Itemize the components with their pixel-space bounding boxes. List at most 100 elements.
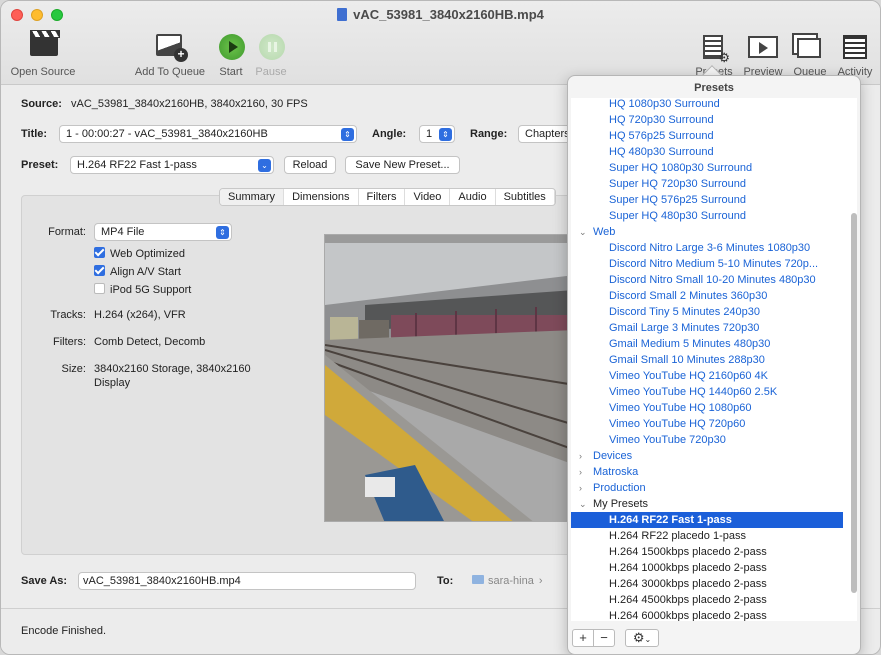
preset-item[interactable]: Discord Tiny 5 Minutes 240p30 bbox=[571, 304, 843, 320]
tab-audio[interactable]: Audio bbox=[450, 189, 496, 205]
align-av-checkbox[interactable]: Align A/V Start bbox=[94, 265, 181, 278]
preset-item[interactable]: Super HQ 576p25 Surround bbox=[571, 192, 843, 208]
disclosure-closed-icon[interactable]: › bbox=[579, 448, 582, 464]
preset-item[interactable]: HQ 1080p30 Surround bbox=[571, 98, 843, 112]
add-photo-icon bbox=[156, 34, 188, 62]
presets-footer: + − ⚙⌄ bbox=[568, 624, 860, 654]
tab-filters[interactable]: Filters bbox=[359, 189, 406, 205]
chevron-updown-icon: ⇕ bbox=[341, 128, 354, 141]
preset-select[interactable]: H.264 RF22 Fast 1-pass ⌄ bbox=[70, 156, 274, 174]
preset-item[interactable]: Discord Nitro Small 10-20 Minutes 480p30 bbox=[571, 272, 843, 288]
preset-item[interactable]: Vimeo YouTube HQ 720p60 bbox=[571, 416, 843, 432]
disclosure-closed-icon[interactable]: › bbox=[579, 464, 582, 480]
preset-label: My Presets bbox=[593, 498, 649, 510]
preset-item[interactable]: Super HQ 480p30 Surround bbox=[571, 208, 843, 224]
preset-label: Discord Tiny 5 Minutes 240p30 bbox=[609, 306, 761, 318]
format-select[interactable]: MP4 File ⇕ bbox=[94, 223, 232, 241]
app-window: vAC_53981_3840x2160HB.mp4 Open Source Ad… bbox=[0, 0, 881, 655]
preset-item[interactable]: Super HQ 1080p30 Surround bbox=[571, 160, 843, 176]
disclosure-open-icon[interactable]: ⌄ bbox=[579, 496, 587, 512]
start-button[interactable]: Start bbox=[213, 32, 249, 78]
preset-item[interactable]: Discord Nitro Large 3-6 Minutes 1080p30 bbox=[571, 240, 843, 256]
preset-label: H.264 RF22 placedo 1-pass bbox=[609, 530, 746, 542]
tab-video[interactable]: Video bbox=[405, 189, 451, 205]
preset-label: Matroska bbox=[593, 466, 639, 478]
preset-label: HQ 720p30 Surround bbox=[609, 114, 714, 126]
preset-item[interactable]: Gmail Medium 5 Minutes 480p30 bbox=[571, 336, 843, 352]
my-preset-item[interactable]: H.264 1500kbps placedo 2-pass bbox=[571, 544, 843, 560]
presets-popover-title: Presets bbox=[694, 82, 734, 94]
save-as-field[interactable]: vAC_53981_3840x2160HB.mp4 bbox=[78, 572, 416, 590]
disclosure-closed-icon[interactable]: › bbox=[579, 480, 582, 496]
my-preset-item[interactable]: H.264 3000kbps placedo 2-pass bbox=[571, 576, 843, 592]
tab-dimensions[interactable]: Dimensions bbox=[284, 189, 359, 205]
preset-category[interactable]: › Devices bbox=[571, 448, 843, 464]
add-preset-button[interactable]: + bbox=[572, 629, 594, 647]
tracks-value: H.264 (x264), VFR bbox=[94, 309, 186, 321]
source-label: Source: bbox=[21, 98, 62, 110]
preset-label: H.264 RF22 Fast 1-pass bbox=[609, 514, 732, 526]
path-separator-icon: › bbox=[538, 575, 543, 587]
preset-item[interactable]: Gmail Large 3 Minutes 720p30 bbox=[571, 320, 843, 336]
preset-item[interactable]: Vimeo YouTube HQ 1440p60 2.5K bbox=[571, 384, 843, 400]
preset-item[interactable]: HQ 576p25 Surround bbox=[571, 128, 843, 144]
preset-category[interactable]: ⌄ My Presets bbox=[571, 496, 843, 512]
presets-list[interactable]: HQ 1080p30 Surround HQ 720p30 Surround HQ … bbox=[571, 98, 857, 621]
preset-item[interactable]: Discord Nitro Medium 5-10 Minutes 720p..… bbox=[571, 256, 843, 272]
preset-label: H.264 1500kbps placedo 2-pass bbox=[609, 546, 767, 558]
preset-label: Devices bbox=[593, 450, 633, 462]
my-preset-item[interactable]: H.264 RF22 placedo 1-pass bbox=[571, 528, 843, 544]
presets-scrollbar[interactable] bbox=[851, 213, 857, 593]
queue-button[interactable]: Queue bbox=[791, 32, 829, 78]
tracks-label: Tracks: bbox=[50, 309, 86, 321]
my-preset-item[interactable]: H.264 1000kbps placedo 2-pass bbox=[571, 560, 843, 576]
preset-label: Vimeo YouTube HQ 1440p60 2.5K bbox=[609, 386, 778, 398]
open-source-button[interactable]: Open Source bbox=[9, 30, 77, 78]
preset-item[interactable]: Gmail Small 10 Minutes 288p30 bbox=[571, 352, 843, 368]
play-icon bbox=[219, 34, 245, 60]
title-select[interactable]: 1 - 00:00:27 - vAC_53981_3840x2160HB ⇕ bbox=[59, 125, 357, 143]
preset-label: Super HQ 1080p30 Surround bbox=[609, 162, 753, 174]
preset-category[interactable]: › Production bbox=[571, 480, 843, 496]
pause-button[interactable]: Pause bbox=[253, 32, 289, 78]
preset-item[interactable]: HQ 720p30 Surround bbox=[571, 112, 843, 128]
preset-item[interactable]: Discord Small 2 Minutes 360p30 bbox=[571, 288, 843, 304]
open-source-label: Open Source bbox=[10, 66, 76, 78]
settings-tabs: Summary Dimensions Filters Video Audio S… bbox=[219, 188, 556, 206]
preset-item[interactable]: Vimeo YouTube HQ 1080p60 bbox=[571, 400, 843, 416]
preset-label: Discord Small 2 Minutes 360p30 bbox=[609, 290, 768, 302]
selected-preset-item[interactable]: H.264 RF22 Fast 1-pass bbox=[571, 512, 843, 528]
remove-preset-button[interactable]: − bbox=[593, 629, 615, 647]
angle-select[interactable]: 1 ⇕ bbox=[419, 125, 455, 143]
tab-summary[interactable]: Summary bbox=[220, 189, 285, 205]
reload-button[interactable]: Reload bbox=[284, 156, 336, 174]
activity-button[interactable]: Activity bbox=[833, 32, 877, 78]
preset-label: Super HQ 480p30 Surround bbox=[609, 210, 746, 222]
preset-actions-button[interactable]: ⚙⌄ bbox=[625, 629, 659, 647]
preset-item[interactable]: Vimeo YouTube HQ 2160p60 4K bbox=[571, 368, 843, 384]
tab-subtitles[interactable]: Subtitles bbox=[496, 189, 555, 205]
preset-category[interactable]: ⌄ Web bbox=[571, 224, 843, 240]
add-to-queue-button[interactable]: Add To Queue bbox=[133, 32, 207, 78]
my-preset-item[interactable]: H.264 4500kbps placedo 2-pass bbox=[571, 592, 843, 608]
disclosure-open-icon[interactable]: ⌄ bbox=[579, 224, 587, 240]
chevron-updown-icon: ⇕ bbox=[439, 128, 452, 141]
size-value-line2: Display bbox=[94, 377, 131, 389]
preset-label: H.264 4500kbps placedo 2-pass bbox=[609, 594, 767, 606]
web-optimized-checkbox[interactable]: Web Optimized bbox=[94, 247, 185, 260]
preset-item[interactable]: HQ 480p30 Surround bbox=[571, 144, 843, 160]
my-preset-item[interactable]: H.264 6000kbps placedo 2-pass bbox=[571, 608, 843, 621]
activity-log-icon bbox=[843, 35, 867, 59]
destination-path[interactable]: sara-hina › bbox=[472, 575, 543, 587]
preset-label: Super HQ 576p25 Surround bbox=[609, 194, 746, 206]
preset-label: Preset: bbox=[21, 159, 59, 171]
preset-label: Production bbox=[593, 482, 646, 494]
preset-label: H.264 6000kbps placedo 2-pass bbox=[609, 610, 767, 621]
preview-button[interactable]: Preview bbox=[741, 32, 785, 78]
ipod-checkbox[interactable]: iPod 5G Support bbox=[94, 283, 191, 296]
save-new-preset-button[interactable]: Save New Preset... bbox=[345, 156, 460, 174]
preset-item[interactable]: Super HQ 720p30 Surround bbox=[571, 176, 843, 192]
preset-category[interactable]: › Matroska bbox=[571, 464, 843, 480]
preset-item[interactable]: Vimeo YouTube 720p30 bbox=[571, 432, 843, 448]
preset-select-value: H.264 RF22 Fast 1-pass bbox=[77, 159, 197, 171]
